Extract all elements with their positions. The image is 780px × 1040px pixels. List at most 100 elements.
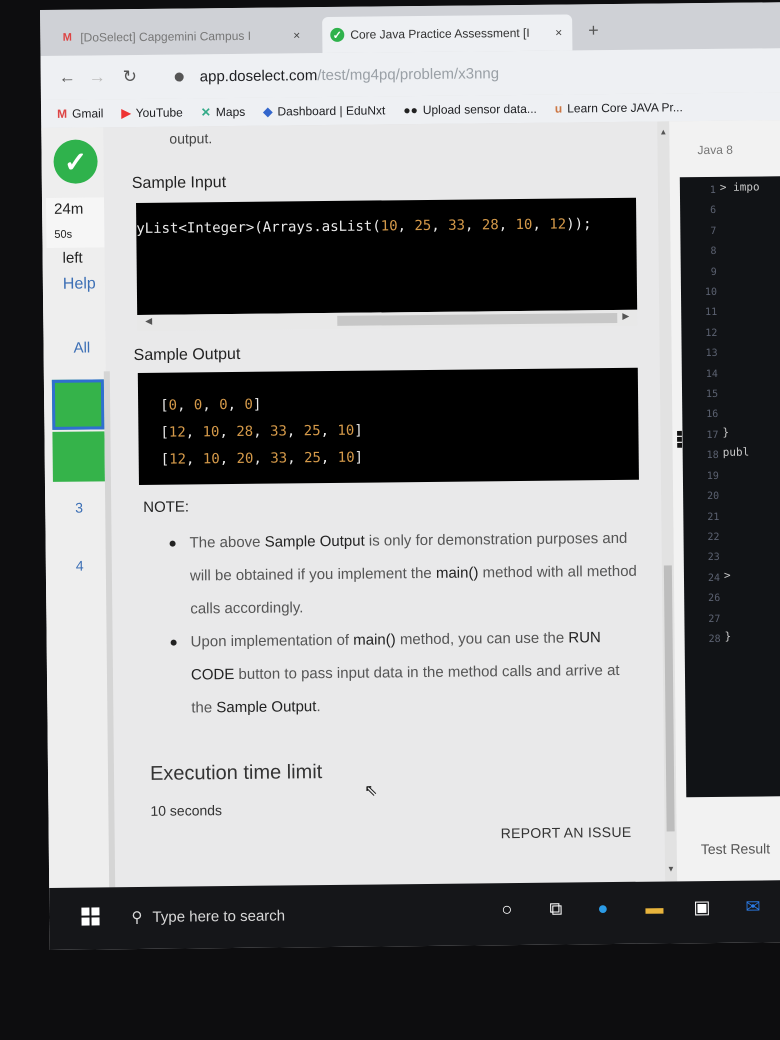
code-num: 28: [236, 423, 254, 440]
line-number: 8: [710, 246, 717, 258]
code-num: 33: [270, 450, 288, 467]
scroll-left-icon[interactable]: ◀: [145, 316, 152, 327]
edge-icon[interactable]: ●: [597, 898, 608, 919]
bookmark-gmail[interactable]: M Gmail: [57, 106, 103, 120]
scroll-down-icon[interactable]: ▼: [667, 864, 675, 873]
close-icon[interactable]: ×: [555, 26, 562, 40]
windows-taskbar: ⚲ Type here to search ○ ⧉ ● ▬ ▣ ✉: [49, 880, 780, 950]
time-left: 24m 50s left: [45, 197, 105, 267]
all-questions-link[interactable]: All: [73, 339, 90, 356]
line-number: 9: [710, 266, 717, 278]
code-editor[interactable]: 1 6 7 8 9 10 11 12 13 14 15 16 17 18 19 20 21 22 23 24 26 27 2…: [679, 176, 780, 798]
line-number: 17: [706, 429, 719, 441]
code-num: 10: [202, 424, 220, 441]
taskbar-search[interactable]: ⚲ Type here to search: [117, 891, 477, 939]
line-number: 20: [707, 491, 720, 503]
editor-code-lines: > impo } publ > }: [680, 176, 780, 642]
line-number: 10: [704, 286, 718, 299]
task-view-icon[interactable]: ⧉: [549, 899, 562, 920]
code-line: }: [722, 425, 730, 439]
sample-output-code: [0, 0, 0, 0] [12, 10, 28, 33, 25, 10] [1…: [137, 367, 639, 485]
note-emphasis: Sample Output: [264, 532, 365, 551]
code-num: 12: [169, 451, 187, 468]
timer-left-label: left: [62, 249, 83, 267]
bookmark-edunxt[interactable]: ◆ Dashboard | EduNxt: [263, 103, 385, 118]
problem-content: output. Sample Input yList<Integer>(Arra…: [113, 121, 681, 887]
line-number: 22: [707, 531, 720, 543]
new-tab-button[interactable]: +: [588, 20, 599, 41]
scroll-thumb[interactable]: [663, 565, 675, 832]
windows-start-icon[interactable]: [81, 907, 100, 926]
help-link[interactable]: Help: [63, 275, 96, 293]
sample-input-code: yList<Integer>(Arrays.asList(10, 25, 33,…: [136, 197, 638, 315]
forward-arrow-icon[interactable]: →: [89, 67, 106, 87]
file-explorer-icon[interactable]: ▬: [645, 898, 663, 919]
bookmark-maps[interactable]: ✕ Maps: [201, 105, 246, 119]
dots-icon: ●●: [403, 103, 418, 118]
output-line-3: [12, 10, 20, 33, 25, 10]: [160, 449, 364, 468]
scroll-thumb[interactable]: [337, 312, 618, 326]
bookmark-label: YouTube: [135, 105, 183, 121]
code-num: 20: [236, 450, 254, 467]
code-num: 10: [337, 449, 355, 466]
code-editor-panel: Java 8 ■ ■ ■ 1 6 7 8 9 10 11 12 13 14 15 16 17 18 19 20 21…: [669, 120, 780, 882]
code-num: 25: [303, 423, 321, 440]
question-3-button[interactable]: 3: [75, 500, 83, 516]
sample-input-heading: Sample Input: [131, 174, 227, 193]
laptop-screen: M [DoSelect] Capgemini Campus I × ✓ Core…: [40, 2, 780, 950]
code-num: 28: [481, 217, 499, 234]
line-number: 19: [706, 470, 719, 482]
execution-time-value: 10 seconds: [150, 802, 223, 819]
check-circle-icon: ✓: [330, 27, 345, 42]
bookmark-learn-java[interactable]: u Learn Core JAVA Pr...: [555, 100, 683, 115]
sidebar-scrollbar[interactable]: [103, 371, 116, 892]
line-number: 23: [707, 552, 720, 564]
tab-doselect[interactable]: M [DoSelect] Capgemini Campus I ×: [60, 17, 310, 56]
reload-icon[interactable]: ↻: [123, 67, 137, 87]
execution-time-heading: Execution time limit: [149, 761, 323, 785]
note-text: The above: [189, 533, 265, 552]
maps-icon: ✕: [200, 105, 211, 120]
timer-minutes: 24m: [53, 200, 84, 218]
scroll-up-icon[interactable]: ▲: [659, 127, 667, 136]
udemy-icon: u: [554, 101, 563, 116]
question-2-button[interactable]: [52, 431, 105, 482]
line-number: 21: [707, 511, 720, 523]
bookmark-upload-sensor[interactable]: ●● Upload sensor data...: [403, 102, 537, 117]
note-text: .: [316, 698, 321, 716]
note-emphasis: Sample Output: [216, 698, 317, 717]
code-num: 10: [202, 451, 220, 468]
code-prefix: yList<Integer>(Arrays.asList(: [136, 218, 381, 238]
url-field[interactable]: app.doselect.com/test/mg4pq/problem/x3nn…: [161, 55, 761, 91]
bookmark-youtube[interactable]: ▶ YouTube: [121, 106, 183, 121]
language-select[interactable]: Java 8: [669, 130, 780, 169]
code-line: publ: [722, 445, 750, 460]
line-number: 26: [708, 593, 721, 605]
code-num: 25: [414, 217, 432, 235]
close-icon[interactable]: ×: [293, 28, 300, 42]
back-arrow-icon[interactable]: ←: [59, 68, 76, 88]
search-placeholder: Type here to search: [152, 906, 286, 926]
browser-tab-strip: M [DoSelect] Capgemini Campus I × ✓ Core…: [40, 2, 780, 56]
test-results-tab[interactable]: Test Result: [701, 840, 770, 857]
diamond-icon: ◆: [263, 104, 273, 119]
store-icon[interactable]: ▣: [693, 897, 710, 918]
line-number: 16: [706, 409, 719, 421]
line-number: 18: [706, 450, 719, 462]
timer-seconds: 50s: [54, 228, 73, 241]
bookmark-label: Gmail: [72, 106, 104, 121]
lock-icon: [174, 71, 184, 82]
code-num: 25: [303, 450, 321, 467]
youtube-icon: ▶: [121, 106, 131, 121]
code-num: 33: [269, 423, 287, 440]
scroll-right-icon[interactable]: ▶: [622, 311, 629, 322]
cortana-icon[interactable]: ○: [501, 899, 512, 920]
report-issue-button[interactable]: REPORT AN ISSUE: [501, 824, 632, 841]
mail-icon[interactable]: ✉: [745, 897, 760, 918]
tab-label: [DoSelect] Capgemini Campus I: [80, 28, 252, 45]
question-4-button[interactable]: 4: [76, 558, 84, 574]
line-number: 7: [710, 225, 717, 237]
question-1-button[interactable]: [51, 379, 105, 430]
tab-core-java[interactable]: ✓ Core Java Practice Assessment [I ×: [322, 14, 573, 54]
code-num: 12: [168, 424, 186, 441]
